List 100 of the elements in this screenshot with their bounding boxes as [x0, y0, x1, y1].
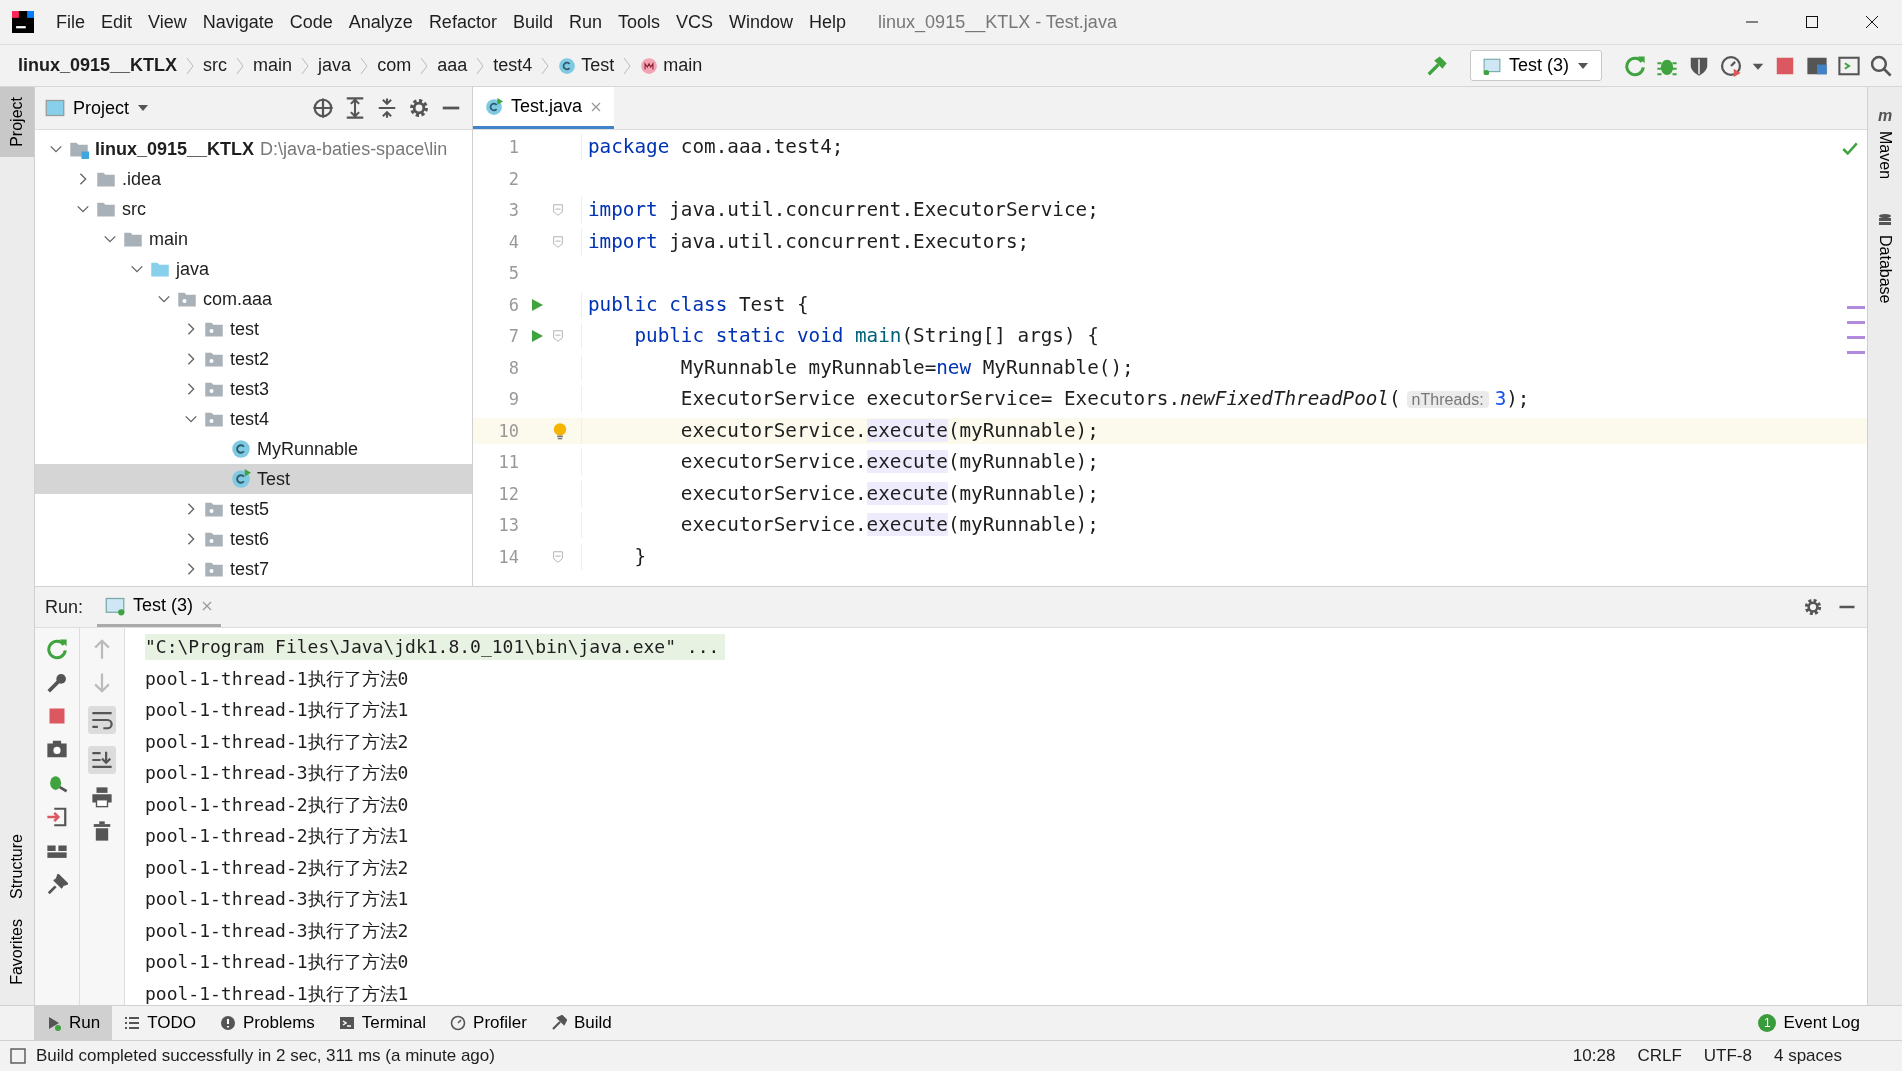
tree-item[interactable]: test2: [230, 348, 270, 370]
tree-item[interactable]: test3: [230, 378, 270, 400]
scroll-to-end-button[interactable]: [88, 746, 116, 774]
menu-item[interactable]: Run: [560, 11, 610, 33]
line-number: 3: [507, 199, 519, 222]
menu-item[interactable]: Code: [281, 11, 341, 33]
event-log-button[interactable]: 1 Event Log: [1746, 1006, 1872, 1040]
tool-window-tab[interactable]: Profiler: [438, 1006, 539, 1040]
run-icon[interactable]: [529, 296, 545, 313]
breadcrumb[interactable]: java: [314, 55, 356, 76]
menu-item[interactable]: Build: [504, 11, 561, 33]
tool-window-button[interactable]: Database: [1868, 203, 1902, 314]
tool-window-tab[interactable]: Terminal: [326, 1006, 439, 1040]
wrench-icon[interactable]: [46, 672, 68, 694]
lightbulb-icon[interactable]: [551, 421, 569, 440]
gauge-icon: [450, 1015, 467, 1031]
menu-item[interactable]: Tools: [609, 11, 668, 33]
tree-item[interactable]: MyRunnable: [257, 438, 359, 460]
camera-icon[interactable]: [46, 738, 68, 760]
menu-item[interactable]: Navigate: [194, 11, 282, 33]
status-item[interactable]: 10:28: [1572, 1046, 1616, 1066]
pin-icon[interactable]: [46, 874, 68, 896]
login-icon[interactable]: [46, 806, 68, 828]
menu-item[interactable]: Window: [721, 11, 802, 33]
line-number: 11: [497, 451, 519, 474]
code-line: }: [581, 543, 647, 570]
gauge-icon[interactable]: [1720, 54, 1742, 77]
locate-icon[interactable]: [312, 97, 334, 119]
status-item[interactable]: UTF-8: [1703, 1046, 1752, 1066]
soft-wrap-button[interactable]: [88, 706, 116, 734]
search-icon[interactable]: [1870, 54, 1892, 77]
menu-item[interactable]: Analyze: [340, 11, 421, 33]
chevron-icon: [540, 55, 551, 76]
tree-item[interactable]: test: [230, 318, 259, 340]
breadcrumb[interactable]: linux_0915__KTLX: [14, 55, 182, 76]
tree-item[interactable]: test6: [230, 528, 270, 550]
tree-item[interactable]: main: [149, 228, 188, 250]
run-icon[interactable]: [529, 328, 545, 344]
code-line: ExecutorService executorService= Executors.newFixedThreadPool( nThreads: 3);: [581, 385, 1530, 413]
console-line: pool-1-thread-2执行了方法2: [145, 855, 409, 880]
settings-icon[interactable]: [408, 97, 430, 119]
breadcrumb[interactable]: com: [373, 55, 416, 76]
tree-item[interactable]: linux_0915__KTLX: [95, 138, 255, 160]
hammer-icon[interactable]: [1426, 54, 1448, 77]
rerun-icon[interactable]: [46, 638, 68, 660]
run-configuration-dropdown[interactable]: Test (3): [1470, 50, 1602, 81]
project-view-dropdown[interactable]: Project: [45, 97, 150, 119]
chevron-icon: [475, 55, 486, 76]
breadcrumb[interactable]: test4: [489, 55, 537, 76]
menu-item[interactable]: Refactor: [420, 11, 505, 33]
breadcrumb[interactable]: src: [199, 55, 232, 76]
code-line: import java.util.concurrent.Executors;: [581, 228, 1030, 255]
project-path: D:\java-baties-space\lin: [260, 138, 448, 160]
panel-title: Run:: [45, 596, 84, 618]
stop-icon[interactable]: [47, 706, 67, 726]
maximize-icon[interactable]: [1804, 14, 1820, 30]
menu-item[interactable]: Edit: [93, 11, 141, 33]
breadcrumb[interactable]: main: [636, 55, 707, 76]
rerun-icon[interactable]: [1624, 54, 1646, 77]
printer-icon[interactable]: [91, 786, 113, 808]
window-icon[interactable]: [1838, 54, 1860, 77]
trash-icon[interactable]: [91, 820, 113, 842]
line-number: 14: [497, 545, 519, 569]
line-number: 4: [507, 230, 519, 254]
breadcrumb[interactable]: main: [249, 55, 297, 76]
tool-window-button[interactable]: Structure: [0, 824, 34, 910]
menu-item[interactable]: View: [140, 11, 195, 33]
tree-item[interactable]: src: [122, 198, 146, 220]
settings-icon[interactable]: [1803, 597, 1823, 617]
tool-window-button[interactable]: m Maven: [1868, 97, 1902, 190]
tool-window-tab[interactable]: Run: [34, 1006, 113, 1040]
tree-item[interactable]: test4: [230, 408, 270, 430]
console-tab[interactable]: Test (3): [97, 587, 222, 627]
tool-window-tab[interactable]: TODO: [112, 1006, 208, 1040]
tool-window-tab[interactable]: Build: [538, 1006, 624, 1040]
breadcrumb[interactable]: Test: [554, 55, 619, 76]
tree-item[interactable]: .idea: [122, 168, 162, 190]
window-icon: [105, 595, 126, 616]
close-icon[interactable]: [1864, 14, 1880, 30]
collapse-all-icon[interactable]: [376, 97, 398, 119]
status-item[interactable]: CRLF: [1637, 1046, 1682, 1066]
menu-item[interactable]: VCS: [668, 11, 721, 33]
menu-item[interactable]: File: [48, 11, 93, 33]
check-icon: [1841, 140, 1859, 158]
status-item[interactable]: 4 spaces: [1773, 1046, 1842, 1066]
tree-item[interactable]: test5: [230, 498, 270, 520]
menu-item[interactable]: Help: [801, 11, 855, 33]
chevron-icon: [185, 55, 196, 76]
tool-window-button[interactable]: Favorites: [0, 909, 34, 995]
panel-toggle-icon[interactable]: [10, 1048, 26, 1064]
tree-item[interactable]: com.aaa: [203, 288, 273, 310]
tree-item[interactable]: java: [176, 258, 210, 280]
window-icon: [45, 98, 65, 118]
tree-item[interactable]: Test: [257, 468, 290, 490]
tool-window-button[interactable]: Project: [0, 87, 34, 157]
tool-window-tab[interactable]: Problems: [208, 1006, 327, 1040]
editor-tab[interactable]: Test.java: [473, 87, 615, 129]
expand-all-icon[interactable]: [344, 97, 366, 119]
breadcrumb[interactable]: aaa: [433, 55, 472, 76]
tree-item[interactable]: test7: [230, 558, 270, 580]
